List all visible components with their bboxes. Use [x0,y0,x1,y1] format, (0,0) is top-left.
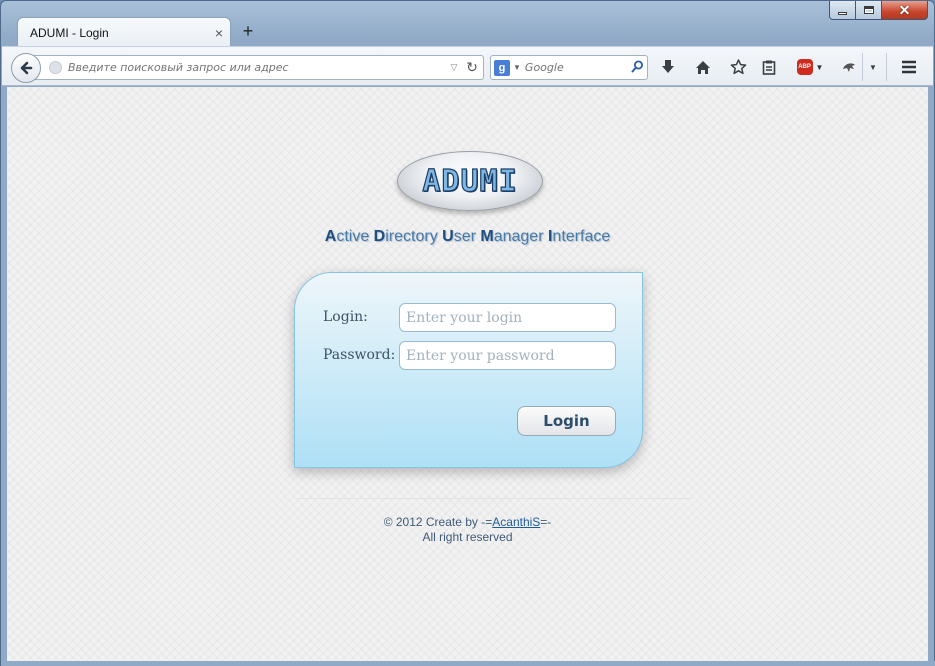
close-window-button[interactable]: ✕ [882,1,928,20]
author-link[interactable]: AcanthiS [492,515,540,529]
tab-adumi-login[interactable]: ADUMI - Login × [17,17,231,47]
copyright-suffix: =- [540,515,552,529]
download-icon[interactable] [657,57,679,77]
footer-copyright: © 2012 Create by -=AcanthiS=- [7,515,928,530]
search-icon[interactable] [627,60,647,76]
reading-list-icon[interactable] [758,57,780,77]
tab-title: ADUMI - Login [30,25,109,40]
address-bar[interactable]: ▽ ↻ [32,55,484,80]
search-input[interactable] [524,61,627,74]
bookmark-star-icon[interactable] [727,57,749,77]
tagline-initial: D [373,228,386,245]
tagline-word: ctive [336,228,374,245]
maximize-button[interactable] [856,1,882,20]
window-caption-buttons: ✕ [829,1,928,20]
tab-close-icon[interactable]: × [208,25,230,41]
search-engine-google-icon[interactable]: g [494,59,510,76]
extension-dropdown-icon[interactable]: ▼ [864,57,882,77]
tagline-initial: M [480,228,494,245]
adblock-button[interactable]: ABP ▼ [794,57,826,77]
login-form: Login: Password: Login [294,272,643,468]
minimize-icon [838,11,847,15]
reload-icon[interactable]: ↻ [461,59,483,76]
adblock-icon: ABP [796,59,813,75]
site-identity-icon[interactable] [49,61,62,74]
page-content: ADUMI Active Directory User Manager Inte… [7,87,928,661]
toolbar-separator [862,53,863,81]
minimize-button[interactable] [829,1,856,20]
menu-icon[interactable] [898,57,920,77]
copyright-prefix: © 2012 Create by -= [383,515,493,529]
url-input[interactable] [68,61,447,74]
tagline-initial: U [442,228,454,245]
back-icon [20,61,33,75]
toolbar-separator [886,53,887,81]
new-tab-button[interactable]: + [239,21,257,41]
password-input[interactable] [399,341,616,370]
app-tagline: Active Directory User Manager Interface [7,228,928,246]
search-bar[interactable]: g ▼ [490,55,648,80]
extension-icon[interactable] [838,57,860,77]
maximize-icon [863,6,874,14]
login-label: Login: [323,309,368,325]
footer-rights: All right reserved [422,530,513,544]
page-footer: © 2012 Create by -=AcanthiS=- All right … [7,515,928,545]
tagline-initial: A [324,228,337,245]
login-button[interactable]: Login [517,406,616,436]
adumi-logo: ADUMI [397,151,543,211]
home-icon[interactable] [692,57,714,77]
close-icon: ✕ [898,2,911,18]
logo-text: ADUMI [422,163,518,199]
tagline-word: irectory [385,228,443,245]
tagline-word: anager [493,228,548,245]
tagline-word: ser [453,228,481,245]
back-button[interactable] [11,53,41,83]
url-history-dropdown-icon[interactable]: ▽ [447,62,461,73]
adblock-dropdown-icon[interactable]: ▼ [816,63,824,72]
browser-window: ✕ ADUMI - Login × + ▽ ↻ g ▼ [0,0,935,666]
login-input[interactable] [399,303,616,332]
search-engine-dropdown-icon[interactable]: ▼ [513,63,521,72]
footer-divider [297,498,692,499]
password-label: Password: [323,347,396,363]
window-border-bottom [1,661,935,666]
tagline-word: nterface [552,228,611,245]
navigation-toolbar: ▽ ↻ g ▼ ABP ▼ ▼ [2,46,933,86]
